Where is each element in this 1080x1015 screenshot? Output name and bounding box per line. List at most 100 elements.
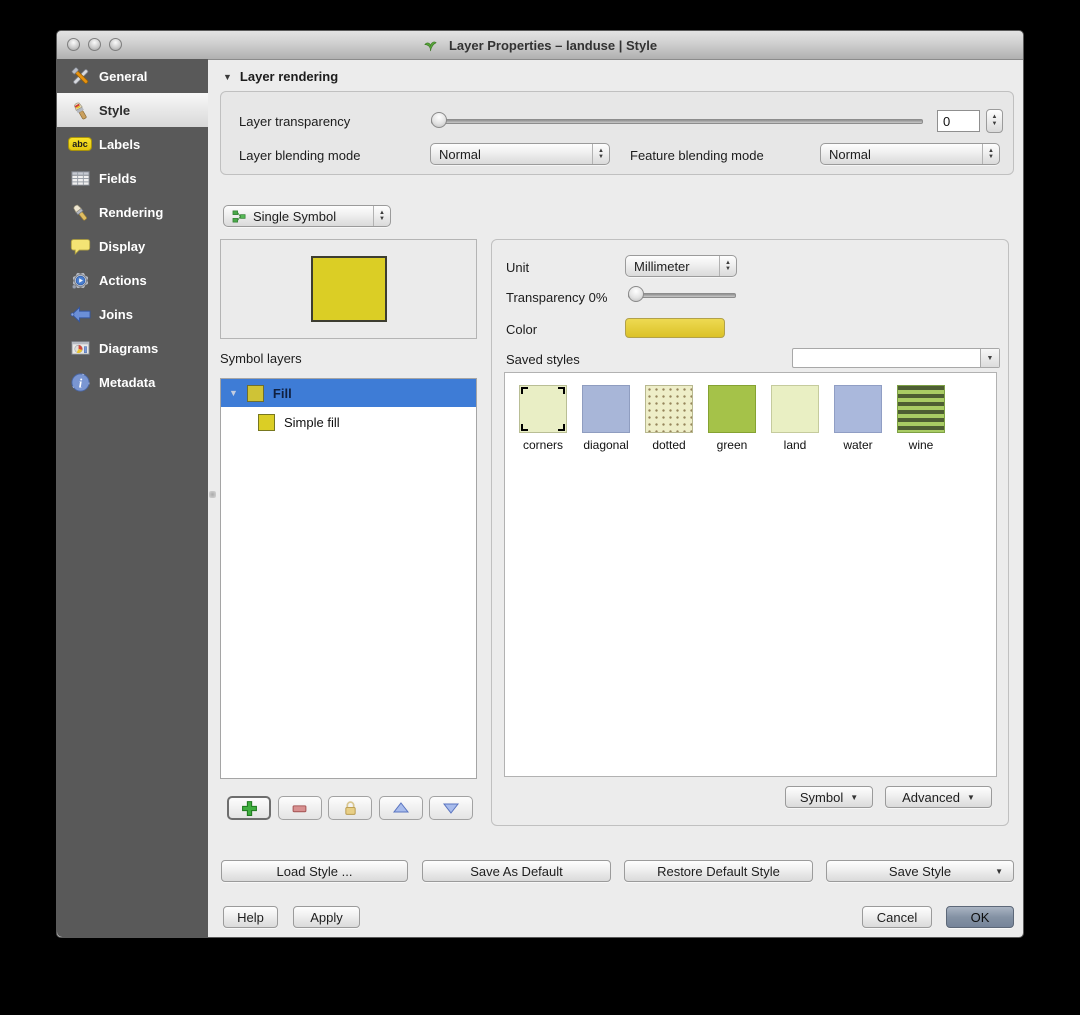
ok-button[interactable]: OK: [946, 906, 1014, 928]
style-swatch[interactable]: [708, 385, 756, 433]
lock-symbol-layer-button[interactable]: [328, 796, 372, 820]
layer-transparency-value-field[interactable]: 0: [937, 110, 980, 132]
unit-label: Unit: [506, 260, 530, 275]
sidebar-item-label: Style: [99, 102, 131, 118]
style-item-wine[interactable]: wine: [897, 385, 945, 452]
style-item-green[interactable]: green: [708, 385, 756, 452]
sidebar-item-label: Metadata: [99, 374, 156, 390]
sidebar-item-style[interactable]: Style: [57, 93, 208, 127]
saved-styles-label: Saved styles: [506, 352, 580, 367]
save-as-default-button[interactable]: Save As Default: [422, 860, 611, 882]
cancel-button[interactable]: Cancel: [862, 906, 932, 928]
window-title: Layer Properties – landuse | Style: [448, 37, 658, 53]
table-icon: [68, 167, 92, 189]
style-swatch[interactable]: [834, 385, 882, 433]
slider-track[interactable]: [628, 293, 736, 298]
slider-handle[interactable]: [628, 286, 644, 302]
layer-blending-dropdown[interactable]: Normal ▲ ▼: [430, 143, 610, 165]
add-symbol-layer-button[interactable]: [227, 796, 271, 820]
saved-styles-combobox[interactable]: ▼: [792, 348, 1000, 368]
layer-rendering-title: Layer rendering: [239, 69, 339, 84]
sidebar-item-fields[interactable]: Fields: [57, 161, 208, 195]
style-item-diagonal[interactable]: diagonal: [582, 385, 630, 452]
color-label: Color: [506, 322, 538, 337]
saved-styles-list[interactable]: corners diagonal dotted green land water: [504, 372, 997, 777]
style-swatch[interactable]: [582, 385, 630, 433]
simple-fill-swatch-icon: [258, 413, 275, 431]
sidebar-item-label: Joins: [99, 306, 133, 322]
plus-icon: [241, 800, 257, 816]
saved-styles-value[interactable]: [793, 349, 980, 367]
style-item-dotted[interactable]: dotted: [645, 385, 693, 452]
move-layer-down-button[interactable]: [429, 796, 473, 820]
stepper-down-icon[interactable]: ▼: [992, 121, 998, 128]
style-swatch[interactable]: [897, 385, 945, 433]
layer-transparency-slider[interactable]: [431, 111, 923, 130]
move-layer-up-button[interactable]: [378, 796, 423, 820]
tree-row-simple-fill[interactable]: Simple fill: [221, 407, 476, 437]
sidebar-item-general[interactable]: General: [57, 59, 208, 93]
symbol-menu-button[interactable]: Symbol ▼: [785, 786, 873, 808]
slider-track[interactable]: [431, 119, 923, 124]
minus-icon: [292, 804, 307, 812]
save-style-button[interactable]: Save Style ▼: [826, 860, 1014, 882]
single-symbol-icon: [232, 210, 246, 222]
tree-row-fill[interactable]: ▼ Fill: [221, 379, 476, 407]
splitter-grip[interactable]: [209, 491, 216, 498]
sidebar-item-label: Actions: [99, 272, 147, 288]
restore-default-style-button[interactable]: Restore Default Style: [624, 860, 813, 882]
sidebar-item-rendering[interactable]: Rendering: [57, 195, 208, 229]
expand-triangle-icon[interactable]: ▼: [229, 388, 238, 398]
speech-bubble-icon: [68, 235, 92, 257]
help-button[interactable]: Help: [223, 906, 278, 928]
style-item-water[interactable]: water: [834, 385, 882, 452]
sidebar-item-metadata[interactable]: i Metadata: [57, 365, 208, 399]
dropdown-stepper-icon: ▲ ▼: [373, 206, 390, 226]
style-swatch[interactable]: [771, 385, 819, 433]
style-swatch[interactable]: [645, 385, 693, 433]
remove-symbol-layer-button[interactable]: [277, 796, 322, 820]
layer-rendering-header[interactable]: ▼ Layer rendering: [223, 69, 338, 84]
layer-properties-window: Layer Properties – landuse | Style Gener…: [56, 30, 1024, 938]
apply-button[interactable]: Apply: [293, 906, 360, 928]
style-item-corners[interactable]: corners: [519, 385, 567, 452]
advanced-menu-button[interactable]: Advanced ▼: [885, 786, 992, 808]
renderer-type-dropdown[interactable]: Single Symbol ▲ ▼: [223, 205, 391, 227]
unit-dropdown[interactable]: Millimeter ▲ ▼: [625, 255, 737, 277]
up-triangle-icon: [392, 802, 409, 813]
style-swatch[interactable]: [519, 385, 567, 433]
combo-arrow-icon[interactable]: ▼: [980, 349, 999, 367]
sidebar-item-joins[interactable]: Joins: [57, 297, 208, 331]
sidebar-item-label: Fields: [99, 170, 137, 186]
fill-swatch-icon: [246, 384, 264, 402]
collapse-triangle-icon[interactable]: ▼: [223, 72, 232, 82]
load-style-button[interactable]: Load Style ...: [221, 860, 408, 882]
sidebar-item-label: Display: [99, 238, 146, 254]
menu-arrow-icon: ▼: [850, 792, 859, 802]
symbol-preview-swatch: [310, 256, 387, 322]
title-bar[interactable]: Layer Properties – landuse | Style: [57, 31, 1023, 60]
sidebar: General Style abc Labels Fields Renderin…: [57, 59, 208, 937]
tools-icon: [68, 65, 92, 87]
dropdown-stepper-icon: ▲ ▼: [719, 256, 736, 276]
stepper-up-icon[interactable]: ▲: [992, 114, 998, 121]
slider-handle[interactable]: [431, 112, 447, 128]
paintbrush-icon: [68, 99, 92, 121]
feature-blending-label: Feature blending mode: [630, 148, 764, 163]
qgis-app-icon: [424, 41, 437, 51]
sidebar-item-actions[interactable]: Actions: [57, 263, 208, 297]
symbol-transparency-slider[interactable]: [628, 285, 736, 304]
sidebar-item-display[interactable]: Display: [57, 229, 208, 263]
sidebar-item-labels[interactable]: abc Labels: [57, 127, 208, 161]
sidebar-item-label: Rendering: [99, 204, 164, 220]
symbol-layers-label: Symbol layers: [220, 351, 302, 366]
dropdown-stepper-icon: ▲ ▼: [982, 144, 999, 164]
style-item-land[interactable]: land: [771, 385, 819, 452]
sidebar-item-diagrams[interactable]: Diagrams: [57, 331, 208, 365]
feature-blending-dropdown[interactable]: Normal ▲ ▼: [820, 143, 1000, 165]
svg-text:i: i: [78, 376, 82, 390]
color-picker-button[interactable]: [625, 318, 725, 338]
abc-label-icon: abc: [68, 133, 92, 155]
layer-transparency-stepper[interactable]: ▲ ▼: [986, 109, 1003, 133]
sidebar-item-label: Diagrams: [99, 340, 159, 356]
